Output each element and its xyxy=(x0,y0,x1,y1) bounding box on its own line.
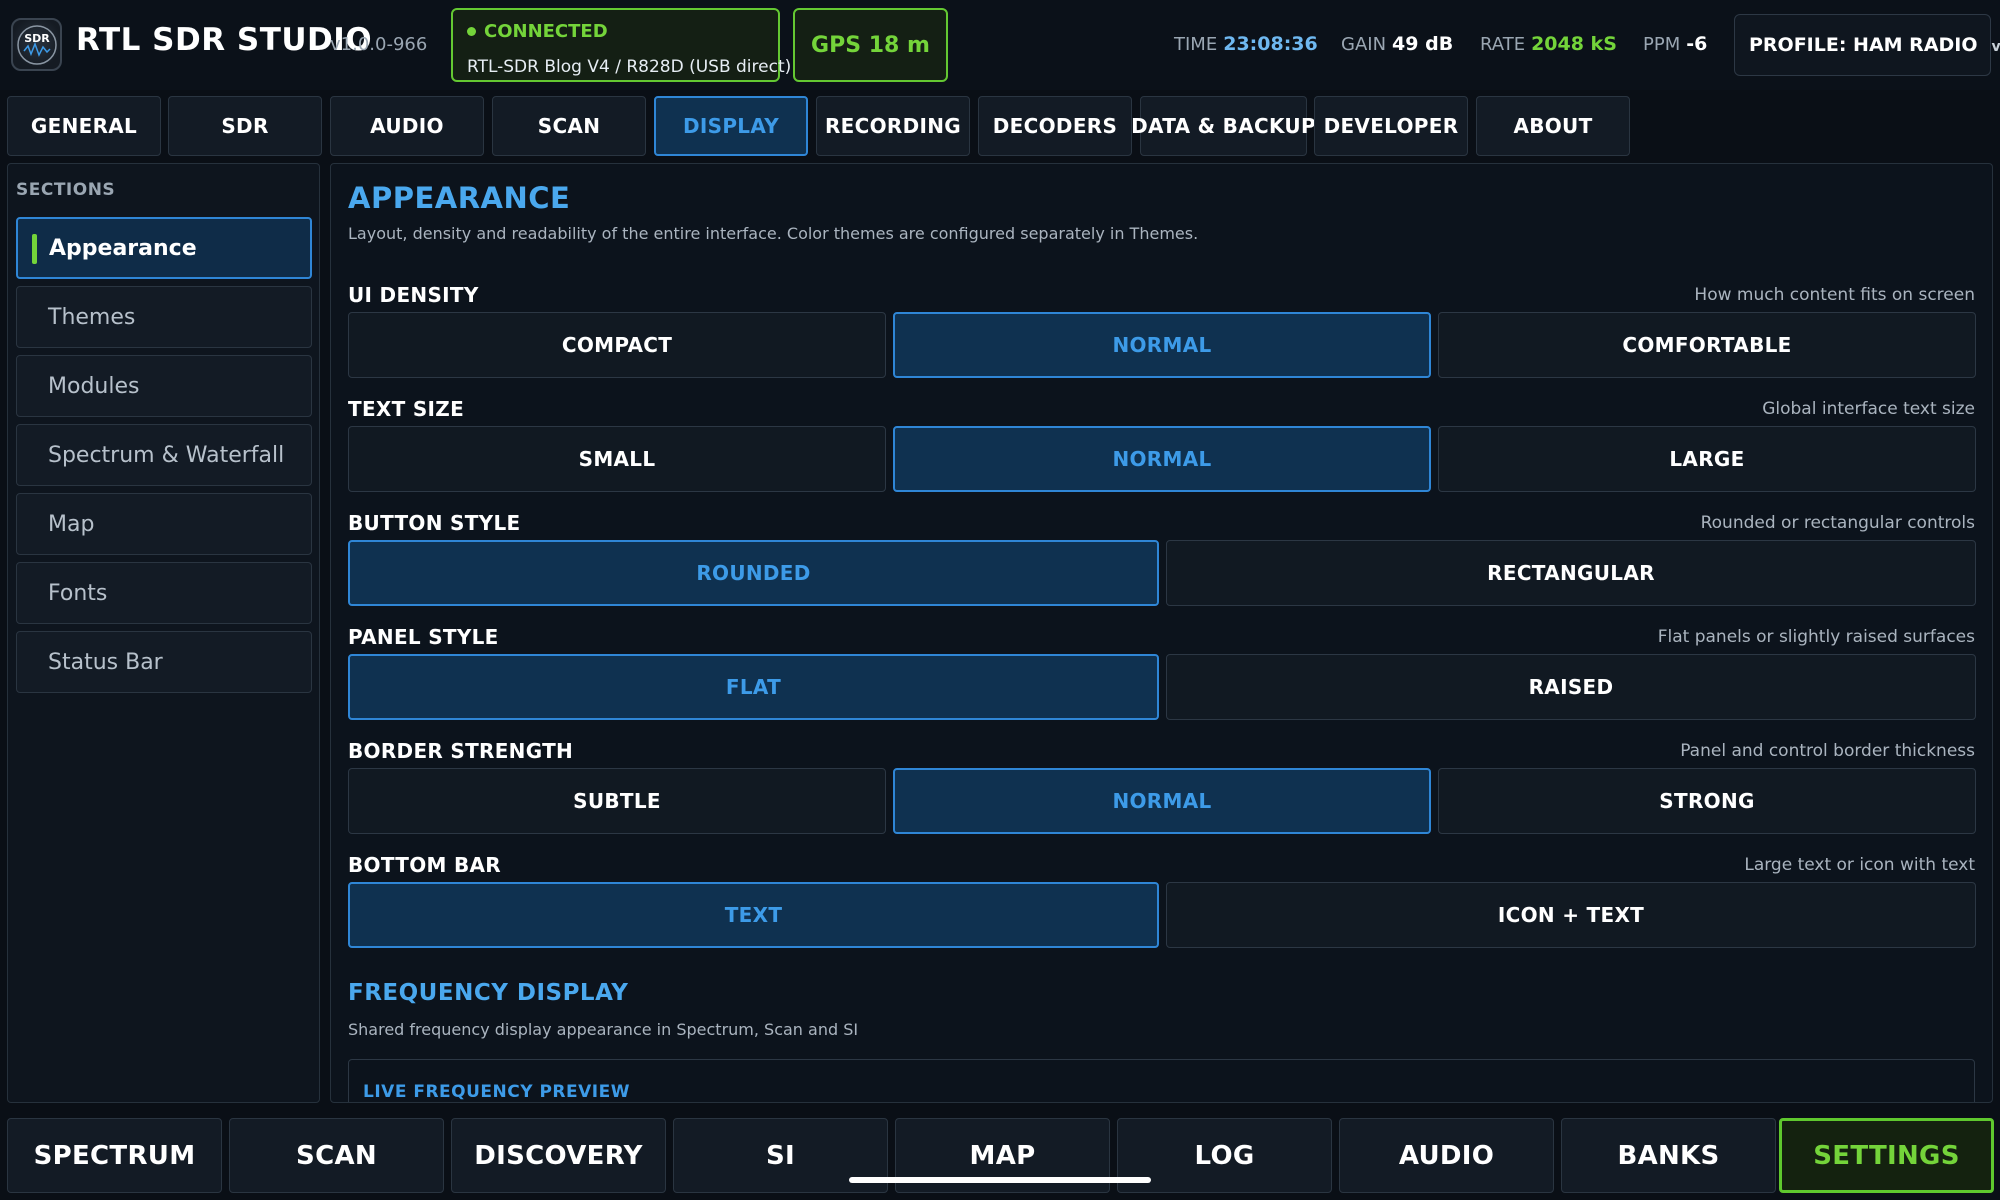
panel-style-raised-option[interactable]: RAISED xyxy=(1166,654,1976,720)
profile-selector[interactable]: PROFILE: HAM RADIO v xyxy=(1734,14,2000,76)
status-dot-icon xyxy=(467,27,476,36)
sidebar-item-label: Appearance xyxy=(49,235,197,261)
button-style-rounded-option[interactable]: ROUNDED xyxy=(348,540,1159,606)
setting-hint-border-strength: Panel and control border thickness xyxy=(1680,741,1975,761)
ui-density-normal-option[interactable]: NORMAL xyxy=(893,312,1431,378)
sidebar-item-label: Map xyxy=(48,511,95,537)
gps-status-button[interactable]: GPS 18 m xyxy=(793,8,948,82)
sidebar-item-label: Fonts xyxy=(48,580,108,606)
setting-hint-ui-density: How much content fits on screen xyxy=(1694,285,1975,305)
panel-style-flat-option[interactable]: FLAT xyxy=(348,654,1159,720)
nav-spectrum-button[interactable]: SPECTRUM xyxy=(7,1118,222,1193)
setting-hint-button-style: Rounded or rectangular controls xyxy=(1700,513,1975,533)
border-strength-strong-option[interactable]: STRONG xyxy=(1438,768,1976,834)
sdr-app-logo-icon: SDR xyxy=(11,18,62,71)
section-description-appearance: Layout, density and readability of the e… xyxy=(348,224,1199,243)
tab-display[interactable]: DISPLAY xyxy=(654,96,808,156)
ppm-value: -6 xyxy=(1686,33,1708,55)
tab-sdr[interactable]: SDR xyxy=(168,96,322,156)
app-version: v1.0.0-966 xyxy=(330,34,428,55)
nav-scan-button[interactable]: SCAN xyxy=(229,1118,444,1193)
ui-density-comfortable-option[interactable]: COMFORTABLE xyxy=(1438,312,1976,378)
tab-scan[interactable]: SCAN xyxy=(492,96,646,156)
profile-label: PROFILE: HAM RADIO xyxy=(1749,34,1978,56)
tab-decoders[interactable]: DECODERS xyxy=(978,96,1132,156)
tab-general[interactable]: GENERAL xyxy=(7,96,161,156)
setting-label-border-strength: BORDER STRENGTH xyxy=(348,739,574,763)
sidebar-item-label: Modules xyxy=(48,373,140,399)
setting-label-bottom-bar: BOTTOM BAR xyxy=(348,853,501,877)
rate-label: RATE xyxy=(1480,34,1526,55)
text-size-normal-option[interactable]: NORMAL xyxy=(893,426,1431,492)
chevron-down-icon: v xyxy=(1991,39,2000,55)
setting-label-ui-density: UI DENSITY xyxy=(348,283,479,307)
gain-label: GAIN xyxy=(1341,34,1387,55)
time-readout: TIME 23:08:36 xyxy=(1174,33,1318,55)
nav-banks-button[interactable]: BANKS xyxy=(1561,1118,1776,1193)
active-indicator xyxy=(32,234,37,264)
home-indicator[interactable] xyxy=(849,1177,1151,1183)
sidebar-item-status-bar[interactable]: Status Bar xyxy=(16,631,312,693)
tab-recording[interactable]: RECORDING xyxy=(816,96,970,156)
sidebar-item-label: Status Bar xyxy=(48,649,163,675)
connected-device: RTL-SDR Blog V4 / R828D (USB direct) xyxy=(467,57,792,77)
ui-density-compact-option[interactable]: COMPACT xyxy=(348,312,886,378)
svg-text:SDR: SDR xyxy=(24,32,50,45)
bottom-navigation-bar: SPECTRUM SCAN DISCOVERY SI MAP LOG AUDIO… xyxy=(0,1108,2000,1200)
preview-label: LIVE FREQUENCY PREVIEW xyxy=(363,1082,630,1102)
gain-value: 49 dB xyxy=(1392,33,1454,55)
sidebar-item-map[interactable]: Map xyxy=(16,493,312,555)
setting-hint-panel-style: Flat panels or slightly raised surfaces xyxy=(1657,627,1975,647)
border-strength-subtle-option[interactable]: SUBTLE xyxy=(348,768,886,834)
tab-developer[interactable]: DEVELOPER xyxy=(1314,96,1468,156)
live-frequency-preview: LIVE FREQUENCY PREVIEW xyxy=(348,1059,1975,1102)
tab-audio[interactable]: AUDIO xyxy=(330,96,484,156)
ppm-readout: PPM -6 xyxy=(1643,33,1707,55)
rate-readout: RATE 2048 kS xyxy=(1480,33,1617,55)
tab-about[interactable]: ABOUT xyxy=(1476,96,1630,156)
connection-status-panel[interactable]: CONNECTED RTL-SDR Blog V4 / R828D (USB d… xyxy=(451,8,791,82)
text-size-large-option[interactable]: LARGE xyxy=(1438,426,1976,492)
bottom-bar-icon-text-option[interactable]: ICON + TEXT xyxy=(1166,882,1976,948)
time-label: TIME xyxy=(1174,34,1218,55)
section-description-frequency-display: Shared frequency display appearance in S… xyxy=(348,1020,859,1039)
rate-value: 2048 kS xyxy=(1531,33,1617,55)
sections-sidebar: SECTIONS Appearance Themes Modules Spect… xyxy=(7,163,320,1103)
nav-discovery-button[interactable]: DISCOVERY xyxy=(451,1118,666,1193)
time-value: 23:08:36 xyxy=(1223,33,1318,55)
sidebar-item-themes[interactable]: Themes xyxy=(16,286,312,348)
connection-status-text: CONNECTED xyxy=(484,21,608,42)
button-style-rectangular-option[interactable]: RECTANGULAR xyxy=(1166,540,1976,606)
sidebar-item-spectrum-waterfall[interactable]: Spectrum & Waterfall xyxy=(16,424,312,486)
sidebar-item-modules[interactable]: Modules xyxy=(16,355,312,417)
ppm-label: PPM xyxy=(1643,34,1681,55)
border-strength-normal-option[interactable]: NORMAL xyxy=(893,768,1431,834)
sidebar-heading: SECTIONS xyxy=(16,180,116,200)
settings-content-panel: APPEARANCE Layout, density and readabili… xyxy=(330,163,1993,1103)
setting-label-text-size: TEXT SIZE xyxy=(348,397,465,421)
section-title-appearance: APPEARANCE xyxy=(348,181,571,215)
app-title: RTL SDR STUDIO xyxy=(76,22,373,58)
sidebar-item-label: Themes xyxy=(48,304,136,330)
top-bar: SDR RTL SDR STUDIO v1.0.0-966 CONNECTED … xyxy=(0,0,2000,90)
tab-data-backup[interactable]: DATA & BACKUP xyxy=(1131,96,1316,156)
setting-hint-bottom-bar: Large text or icon with text xyxy=(1744,855,1975,875)
sidebar-item-fonts[interactable]: Fonts xyxy=(16,562,312,624)
bottom-bar-text-option[interactable]: TEXT xyxy=(348,882,1159,948)
connection-status: CONNECTED xyxy=(467,21,608,42)
setting-label-button-style: BUTTON STYLE xyxy=(348,511,521,535)
section-title-frequency-display: FREQUENCY DISPLAY xyxy=(348,980,629,1006)
nav-settings-button[interactable]: SETTINGS xyxy=(1779,1118,1994,1193)
setting-label-panel-style: PANEL STYLE xyxy=(348,625,499,649)
gain-readout: GAIN 49 dB xyxy=(1341,33,1453,55)
sidebar-item-label: Spectrum & Waterfall xyxy=(48,442,285,468)
nav-audio-button[interactable]: AUDIO xyxy=(1339,1118,1554,1193)
text-size-small-option[interactable]: SMALL xyxy=(348,426,886,492)
setting-hint-text-size: Global interface text size xyxy=(1762,399,1975,419)
sidebar-item-appearance[interactable]: Appearance xyxy=(16,217,312,279)
